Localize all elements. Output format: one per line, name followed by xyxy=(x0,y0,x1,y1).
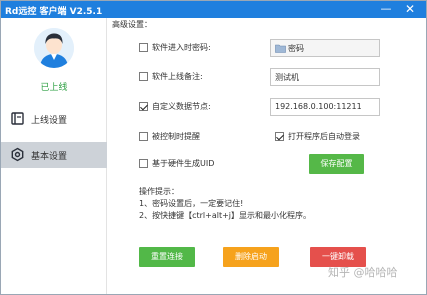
custom-node-row: 自定义数据节点: 192.168.0.100:11211 xyxy=(108,98,426,116)
folder-icon xyxy=(275,44,286,53)
tips-line-2: 2、按快捷键【ctrl+alt+j】显示和最小化程序。 xyxy=(139,211,312,220)
delete-autostart-button[interactable]: 删除启动 xyxy=(223,247,279,267)
user-avatar-icon xyxy=(34,28,74,68)
sidebar-item-label: 基本设置 xyxy=(31,152,68,162)
alert-row: 被控制时提醒 打开程序后自动登录 xyxy=(108,128,426,146)
title-bar[interactable]: Rd远控 客户端 V2.5.1 — ✕ xyxy=(1,1,426,18)
remark-row: 软件上线备注: 测试机 xyxy=(108,68,426,86)
hardware-uid-label: 基于硬件生成UID xyxy=(152,159,215,168)
minimize-icon[interactable]: — xyxy=(375,1,397,18)
password-field[interactable]: 密码 xyxy=(270,39,380,57)
password-checkbox[interactable] xyxy=(139,43,148,52)
hardware-uid-row: 基于硬件生成UID xyxy=(108,155,426,173)
password-row: 软件进入时密码: 密码 xyxy=(108,39,426,57)
remark-field[interactable]: 测试机 xyxy=(270,68,380,86)
sidebar-item-online-settings[interactable]: 上线设置 xyxy=(1,106,107,132)
control-alert-label: 被控制时提醒 xyxy=(152,132,200,141)
hardware-uid-checkbox[interactable] xyxy=(139,159,148,168)
custom-node-checkbox[interactable] xyxy=(139,102,148,111)
password-value: 密码 xyxy=(288,44,304,53)
settings-icon xyxy=(11,147,24,162)
custom-node-label: 自定义数据节点: xyxy=(152,102,211,111)
tips-line-1: 1、密码设置后，一定要记住! xyxy=(139,199,244,208)
sidebar: 已上线 上线设置 基本设置 xyxy=(1,18,107,294)
autostart-checkbox[interactable] xyxy=(275,132,284,141)
control-alert-checkbox[interactable] xyxy=(139,132,148,141)
sidebar-item-label: 上线设置 xyxy=(31,116,68,126)
app-window: Rd远控 客户端 V2.5.1 — ✕ 已上线 上线设置 基本设置 高级设置： … xyxy=(0,0,427,295)
avatar xyxy=(34,28,74,68)
sidebar-item-basic-settings[interactable]: 基本设置 xyxy=(1,142,107,168)
online-status: 已上线 xyxy=(40,83,68,93)
watermark: 知乎 @哈哈哈 xyxy=(328,266,398,279)
window-title: Rd远控 客户端 V2.5.1 xyxy=(5,7,103,17)
password-label: 软件进入时密码: xyxy=(152,43,211,52)
tips-title: 操作提示： xyxy=(139,187,179,196)
custom-node-field[interactable]: 192.168.0.100:11211 xyxy=(270,98,380,116)
autostart-label: 打开程序后自动登录 xyxy=(288,132,360,141)
close-icon[interactable]: ✕ xyxy=(399,1,421,18)
book-icon xyxy=(11,112,24,125)
remark-checkbox[interactable] xyxy=(139,72,148,81)
main-content: 高级设置： 软件进入时密码: 密码 软件上线备注: 测试机 自定义数据节点: 1… xyxy=(108,18,426,294)
section-title: 高级设置： xyxy=(112,20,152,29)
save-config-button[interactable]: 保存配置 xyxy=(309,154,364,174)
remark-label: 软件上线备注: xyxy=(152,72,203,81)
reset-connection-button[interactable]: 重置连接 xyxy=(139,247,195,267)
operation-tips: 操作提示： 1、密码设置后，一定要记住! 2、按快捷键【ctrl+alt+j】显… xyxy=(139,186,311,222)
